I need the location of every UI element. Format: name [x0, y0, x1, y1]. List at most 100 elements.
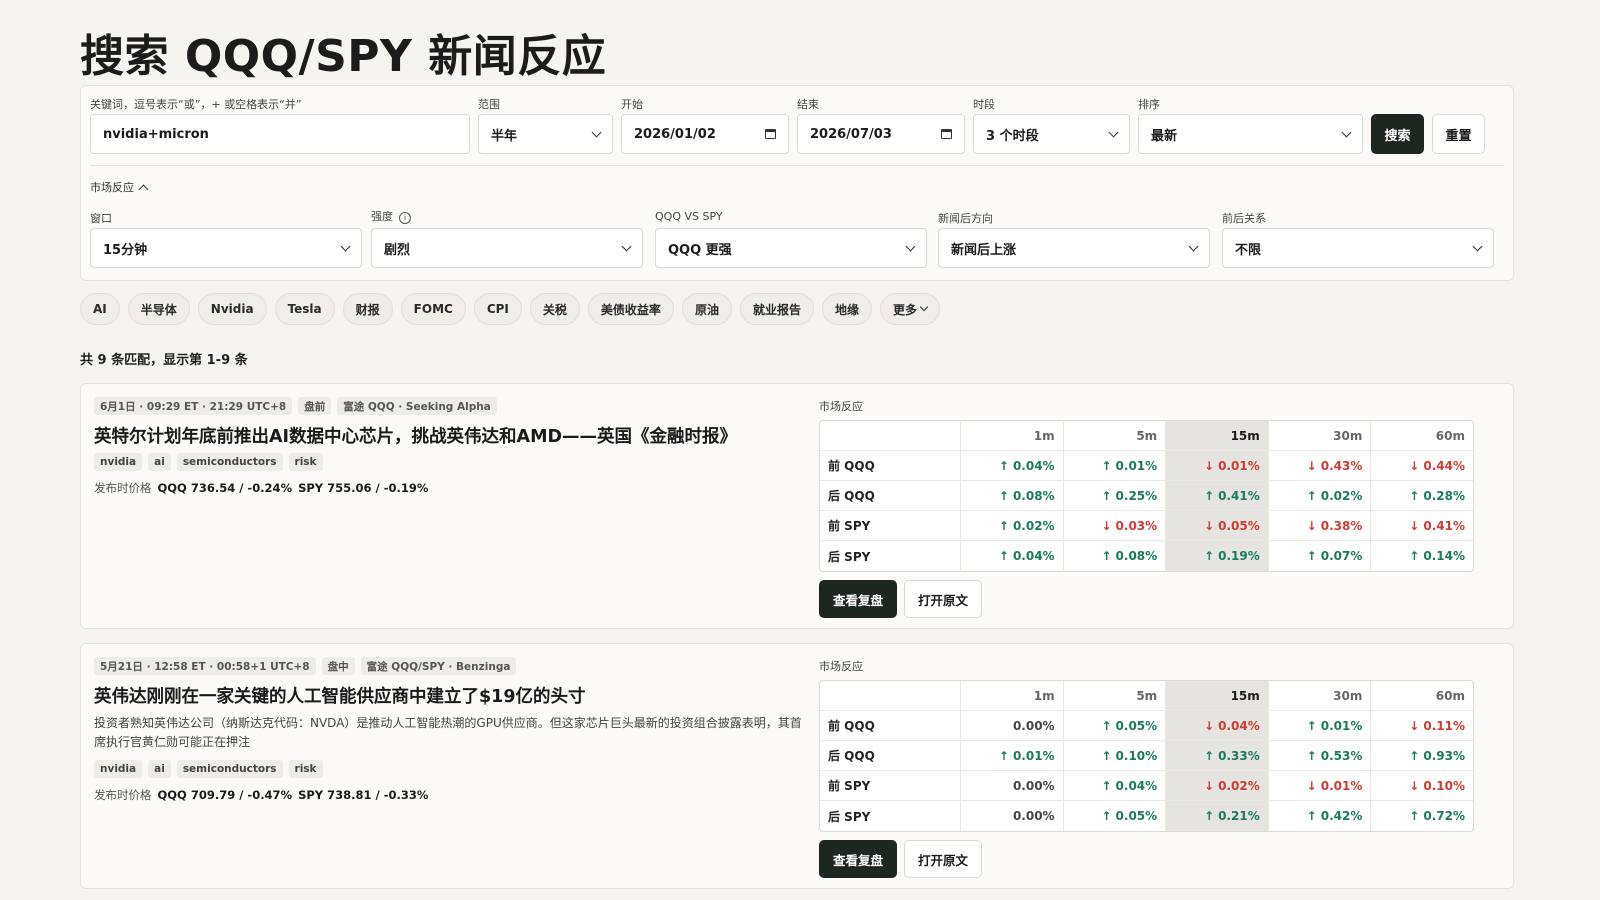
arrow-down-icon: ↓ — [1306, 778, 1317, 793]
chip-nvidia[interactable]: Nvidia — [197, 293, 267, 325]
keyword-tags: nvidia ai semiconductors risk — [94, 760, 323, 778]
row-label: 后 SPY — [828, 549, 871, 564]
reaction-value: 0.72% — [1423, 809, 1465, 823]
arrow-up-icon: ↑ — [1101, 718, 1112, 733]
table-header: 1m — [960, 681, 1063, 711]
window-select[interactable]: 15分钟 — [90, 228, 362, 268]
session-tag: 盘前 — [298, 397, 332, 415]
keyword-tags: nvidia ai semiconductors risk — [94, 453, 323, 471]
arrow-up-icon: ↑ — [1306, 549, 1317, 563]
reaction-value: 0.33% — [1218, 748, 1260, 763]
arrow-up-icon: ↑ — [1101, 458, 1112, 473]
chip-geopolitics[interactable]: 地缘 — [821, 293, 872, 325]
reaction-value: 0.19% — [1218, 549, 1260, 563]
keyword-tag: semiconductors — [176, 760, 283, 778]
table-row: 后 SPY ↑ 0.04% ↑ 0.08% ↑ 0.19% ↑ 0.07% ↑ 0.14% — [820, 541, 1473, 571]
open-original-button[interactable]: 打开原文 — [904, 840, 982, 878]
keyword-tag: nvidia — [94, 453, 143, 471]
arrow-up-icon: ↑ — [1306, 809, 1317, 823]
sort-select[interactable]: 最新 — [1138, 114, 1363, 154]
table-header: 60m — [1370, 681, 1473, 711]
arrow-down-icon: ↓ — [1204, 778, 1215, 793]
session-select[interactable]: 3 个时段 — [973, 114, 1130, 154]
keyword-input[interactable]: nvidia+micron — [90, 114, 470, 154]
reaction-cell: ↑ 0.14% — [1370, 541, 1473, 571]
arrow-down-icon: ↓ — [1204, 718, 1215, 733]
reaction-value: 0.01% — [1218, 458, 1260, 473]
chip-ai[interactable]: AI — [80, 293, 120, 325]
chip-semiconductor[interactable]: 半导体 — [127, 293, 190, 325]
keyword-tag: ai — [148, 453, 171, 471]
keyword-tag: nvidia — [94, 760, 143, 778]
open-original-button[interactable]: 打开原文 — [904, 580, 982, 618]
strength-select[interactable]: 剧烈 — [371, 228, 643, 268]
chip-tesla[interactable]: Tesla — [274, 293, 335, 325]
chip-jobs-report[interactable]: 就业报告 — [739, 293, 814, 325]
vs-select[interactable]: QQQ 更强 — [655, 228, 927, 268]
chevron-up-icon — [138, 184, 149, 194]
table-header: 1m — [960, 421, 1063, 451]
calendar-icon[interactable] — [941, 129, 952, 139]
calendar-icon[interactable] — [765, 129, 776, 139]
info-icon[interactable]: i — [399, 211, 411, 224]
arrow-up-icon: ↑ — [1306, 488, 1317, 503]
reaction-value: 0.01% — [1012, 748, 1055, 763]
reaction-cell: ↑ 0.25% — [1062, 481, 1166, 511]
reaction-value: 0.28% — [1423, 488, 1465, 503]
session-tag: 盘中 — [321, 657, 355, 675]
reaction-cell: ↓ 0.01% — [1165, 451, 1268, 481]
arrow-down-icon: ↓ — [1204, 518, 1215, 533]
source-tag: 富途 QQQ · Seeking Alpha — [337, 397, 497, 415]
end-date-input[interactable]: 2026/07/03 — [797, 114, 965, 154]
relation-select[interactable]: 不限 — [1222, 228, 1494, 268]
reaction-cell: ↓ 0.10% — [1370, 771, 1473, 801]
direction-label: 新闻后方向 — [938, 212, 993, 225]
chevron-down-icon — [1108, 127, 1119, 137]
chip-oil[interactable]: 原油 — [681, 293, 732, 325]
chip-tariffs[interactable]: 关税 — [529, 293, 580, 325]
reaction-cell: ↑ 0.02% — [960, 511, 1063, 541]
reaction-value: 0.04% — [1012, 549, 1055, 563]
price-at-publish: 发布时价格 QQQ 709.79 / -0.47% SPY 738.81 / -0.… — [94, 788, 429, 802]
market-reaction-toggle[interactable]: 市场反应 — [90, 179, 149, 195]
news-headline[interactable]: 英伟达刚刚在一家关键的人工智能供应商中建立了$19亿的头寸 — [94, 683, 804, 708]
arrow-down-icon: ↓ — [1409, 518, 1420, 533]
reaction-value: 0.02% — [1012, 518, 1055, 533]
chip-fomc[interactable]: FOMC — [400, 293, 466, 325]
reaction-cell: ↑ 0.72% — [1370, 801, 1473, 831]
arrow-up-icon: ↑ — [1409, 488, 1420, 503]
arrow-up-icon: ↑ — [1306, 748, 1317, 763]
table-header: 30m — [1267, 421, 1371, 451]
arrow-up-icon: ↑ — [1204, 809, 1215, 823]
arrow-up-icon: ↑ — [998, 458, 1009, 473]
arrow-up-icon: ↑ — [998, 549, 1009, 563]
direction-select[interactable]: 新闻后上涨 — [938, 228, 1210, 268]
start-date-input[interactable]: 2026/01/02 — [621, 114, 789, 154]
reaction-cell: ↑ 0.04% — [960, 541, 1063, 571]
reaction-value: 0.04% — [1012, 458, 1055, 473]
reset-button[interactable]: 重置 — [1432, 114, 1485, 154]
reaction-value: 0.41% — [1218, 488, 1260, 503]
chip-more[interactable]: 更多 — [879, 293, 940, 325]
search-button[interactable]: 搜索 — [1371, 114, 1424, 154]
news-headline[interactable]: 英特尔计划年底前推出AI数据中心芯片，挑战英伟达和AMD——英国《金融时报》 — [94, 423, 804, 448]
arrow-up-icon: ↑ — [1409, 549, 1420, 563]
view-review-button[interactable]: 查看复盘 — [819, 580, 897, 618]
arrow-up-icon: ↑ — [1101, 549, 1112, 563]
vs-label: QQQ VS SPY — [655, 210, 723, 223]
view-review-button[interactable]: 查看复盘 — [819, 840, 897, 878]
chevron-down-icon — [1188, 241, 1199, 251]
chip-treasury-yield[interactable]: 美债收益率 — [587, 293, 674, 325]
table-header: 5m — [1062, 681, 1166, 711]
reaction-value: 0.42% — [1320, 809, 1363, 823]
reaction-value: 0.01% — [1320, 778, 1363, 793]
reaction-value: 0.10% — [1423, 778, 1465, 793]
arrow-up-icon: ↑ — [1101, 748, 1112, 763]
chip-earnings[interactable]: 财报 — [342, 293, 393, 325]
reaction-value: 0.00% — [1012, 809, 1055, 823]
window-label: 窗口 — [90, 212, 112, 225]
search-panel: 关键词，逗号表示“或”，+ 或空格表示“并” nvidia+micron 范围 … — [80, 85, 1514, 281]
table-header: 15m — [1165, 421, 1268, 451]
range-select[interactable]: 半年 — [478, 114, 613, 154]
chip-cpi[interactable]: CPI — [473, 293, 522, 325]
